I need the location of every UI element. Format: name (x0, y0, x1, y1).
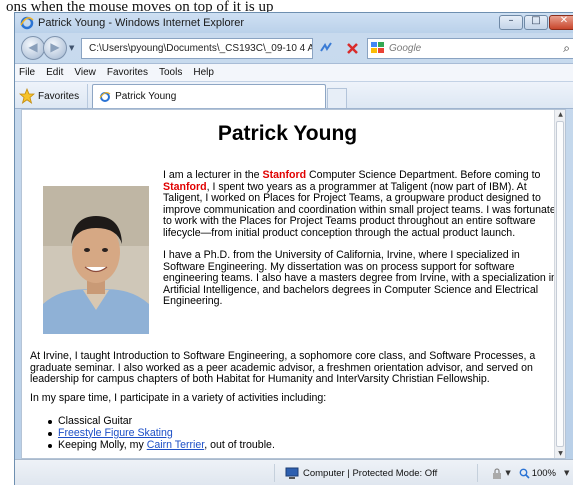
menu-help[interactable]: Help (193, 67, 214, 78)
lock-icon (493, 467, 502, 479)
activity-molly-prefix: Keeping Molly, my (58, 438, 147, 451)
security-zone-label: Computer | Protected Mode: Off (303, 467, 438, 479)
stanford-highlight: Stanford (163, 180, 207, 193)
menu-bar: File Edit View Favorites Tools Help (15, 63, 573, 81)
spare-time-paragraph: In my spare time, I participate in a var… (30, 392, 327, 404)
menu-file[interactable]: File (19, 67, 35, 78)
profile-photo (43, 186, 149, 334)
forward-button[interactable]: ▶ (43, 36, 67, 60)
recent-pages-dropdown[interactable]: ▼ (69, 44, 77, 52)
status-bar: Computer | Protected Mode: Off ▼ 100% ▼ (15, 459, 573, 485)
favorites-label: Favorites (38, 90, 80, 102)
stanford-highlight: Stanford (262, 169, 307, 181)
chevron-down-icon[interactable]: ▼ (564, 469, 569, 477)
maximize-button[interactable]: □ (524, 15, 548, 30)
scroll-down-icon[interactable]: ▼ (555, 450, 565, 457)
page-document: Patrick Young I am a lecturer in the Sta… (22, 110, 557, 458)
favorites-star-icon (19, 88, 35, 104)
search-input[interactable]: Google (389, 43, 421, 54)
computer-zone-icon (285, 467, 299, 479)
tab-patrick-young[interactable]: Patrick Young (92, 84, 327, 108)
back-arrow-icon: ◀ (28, 40, 38, 54)
list-item: Keeping Molly, my Cairn Terrier, out of … (48, 438, 275, 452)
page-viewport: Patrick Young I am a lecturer in the Sta… (21, 109, 566, 459)
cairn-terrier-link[interactable]: Cairn Terrier (147, 439, 205, 451)
browser-window: Patrick Young - Windows Internet Explore… (14, 12, 573, 485)
activities-list: Classical Guitar Freestyle Figure Skatin… (48, 415, 275, 452)
title-bar: Patrick Young - Windows Internet Explore… (15, 13, 573, 33)
menu-tools[interactable]: Tools (159, 67, 182, 78)
intro-paragraph-2: I have a Ph.D. from the University of Ca… (163, 249, 557, 307)
zoom-level-button[interactable]: 100% ▼ (519, 467, 569, 479)
security-zone[interactable]: Computer | Protected Mode: Off (285, 464, 479, 482)
close-button[interactable]: ✕ (549, 15, 573, 30)
ie-logo-icon (20, 16, 34, 30)
intro-text-part: Computer Science Department. Before comi… (306, 169, 541, 181)
intro-paragraph-1: I am a lecturer in the Stanford Computer… (163, 169, 561, 239)
compatibility-view-icon (320, 42, 332, 52)
zoom-level: 100% (531, 467, 557, 479)
minimize-button[interactable]: – (499, 15, 523, 30)
new-tab-button[interactable] (327, 88, 348, 108)
address-input[interactable]: C:\Users\pyoung\Documents\_CS193C\_09-10… (89, 43, 312, 54)
window-controls: – □ ✕ (499, 15, 573, 30)
search-box[interactable]: Google ⌕ (367, 37, 573, 59)
activity-molly-suffix: , out of trouble. (204, 438, 275, 451)
figure-skating-link[interactable]: Freestyle Figure Skating (58, 427, 173, 439)
google-search-provider-icon (371, 42, 384, 53)
close-icon: ✕ (559, 15, 569, 26)
minimize-icon: – (508, 15, 514, 26)
maximize-icon: □ (531, 15, 541, 26)
status-text-area (15, 464, 275, 482)
intro-text-part: , I spent two years as a programmer at T… (163, 180, 556, 239)
ie-page-icon (99, 91, 111, 102)
address-toolbar: ◀ ▶ ▼ C:\Users\pyoung\Documents\_CS193C\… (15, 33, 573, 63)
address-bar[interactable]: C:\Users\pyoung\Documents\_CS193C\_09-10… (81, 37, 313, 59)
search-icon[interactable]: ⌕ (563, 41, 570, 56)
tab-label: Patrick Young (115, 91, 177, 102)
favorites-bar: Favorites Patrick Young (15, 81, 573, 109)
compatibility-view-button[interactable] (316, 38, 338, 59)
stop-icon (346, 42, 358, 54)
scroll-up-icon[interactable]: ▲ (555, 111, 565, 118)
intro-text-part: I am a lecturer in the (163, 169, 263, 181)
menu-edit[interactable]: Edit (46, 67, 63, 78)
vertical-scrollbar[interactable]: ▲ ▼ (554, 110, 565, 458)
favorites-button[interactable]: Favorites (19, 84, 89, 108)
activity-guitar: Classical Guitar (58, 415, 133, 427)
intro-text: I am a lecturer in the Stanford Computer… (163, 169, 561, 319)
chevron-down-icon[interactable]: ▼ (505, 469, 510, 477)
page-title: Patrick Young (217, 122, 358, 145)
stop-button[interactable] (341, 38, 363, 59)
popup-blocker-button[interactable]: ▼ (492, 467, 511, 479)
window-title: Patrick Young - Windows Internet Explore… (38, 17, 245, 29)
scrollbar-thumb[interactable] (556, 121, 564, 447)
menu-view[interactable]: View (74, 67, 96, 78)
irvine-paragraph: At Irvine, I taught Introduction to Soft… (30, 350, 536, 385)
zoom-icon (519, 468, 530, 479)
back-button[interactable]: ◀ (21, 36, 45, 60)
forward-arrow-icon: ▶ (50, 40, 60, 54)
menu-favorites[interactable]: Favorites (107, 67, 148, 78)
